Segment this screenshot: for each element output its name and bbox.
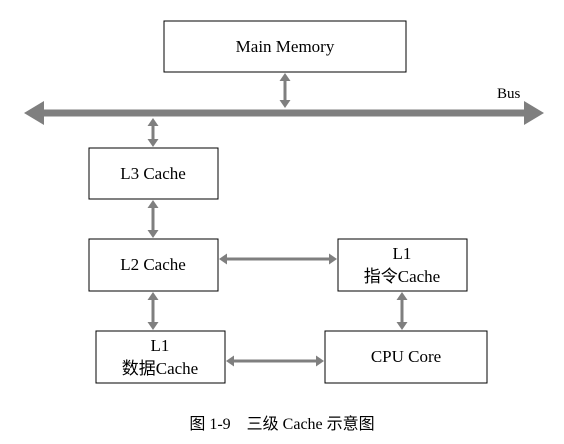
main-memory-label: Main Memory [236,37,335,56]
l2-cache-label: L2 Cache [120,255,186,274]
arrow-l1i-cpu [396,292,408,330]
arrow-memory-bus [279,73,291,108]
l3-cache-box: L3 Cache [88,147,219,200]
cpu-core-label: CPU Core [371,347,441,366]
arrow-l1d-cpu-head-start [226,355,234,367]
arrow-l1i-cpu-head-end [396,322,408,330]
bus-arrowhead-left [24,101,44,125]
arrow-bus-l3-head-end [147,139,159,147]
l1-instruction-cache-box: L1 指令Cache [337,238,468,292]
arrow-l1d-cpu [226,355,324,367]
bus-arrowhead-right [524,101,544,125]
l1-data-cache-box: L1 数据Cache [95,330,226,384]
arrow-l2-l1i-head-end [329,253,337,265]
l1-data-cache-label-line1: L1 [151,336,170,355]
figure-caption: 图 1-9 三级 Cache 示意图 [189,414,374,433]
arrow-l1i-cpu-head-start [396,292,408,300]
l1-instruction-cache-label-line2: 指令Cache [364,267,440,286]
cpu-core-box: CPU Core [324,330,488,384]
l1-data-cache-label-line2: 数据Cache [122,359,198,378]
arrow-l3-l2 [147,200,159,238]
arrow-l1d-cpu-head-end [316,355,324,367]
l2-cache-box: L2 Cache [88,238,219,292]
arrow-l2-l1i [219,253,337,265]
arrows-group [147,73,408,367]
arrow-l3-l2-head-end [147,230,159,238]
arrow-memory-bus-head-start [279,73,291,81]
arrow-bus-l3 [147,118,159,147]
arrow-bus-l3-head-start [147,118,159,126]
arrow-memory-bus-head-end [279,100,291,108]
arrow-l3-l2-head-start [147,200,159,208]
main-memory-box: Main Memory [163,20,407,73]
bus-label: Bus [497,86,521,102]
arrow-l2-l1d-head-start [147,292,159,300]
arrow-l2-l1i-head-start [219,253,227,265]
arrow-l2-l1d [147,292,159,330]
l3-cache-label: L3 Cache [120,164,186,183]
arrow-l2-l1d-head-end [147,322,159,330]
cache-hierarchy-diagram: Bus Main Memory L3 Cache L2 Cache L1 指令C… [24,20,544,433]
l1-instruction-cache-label-line1: L1 [393,244,412,263]
